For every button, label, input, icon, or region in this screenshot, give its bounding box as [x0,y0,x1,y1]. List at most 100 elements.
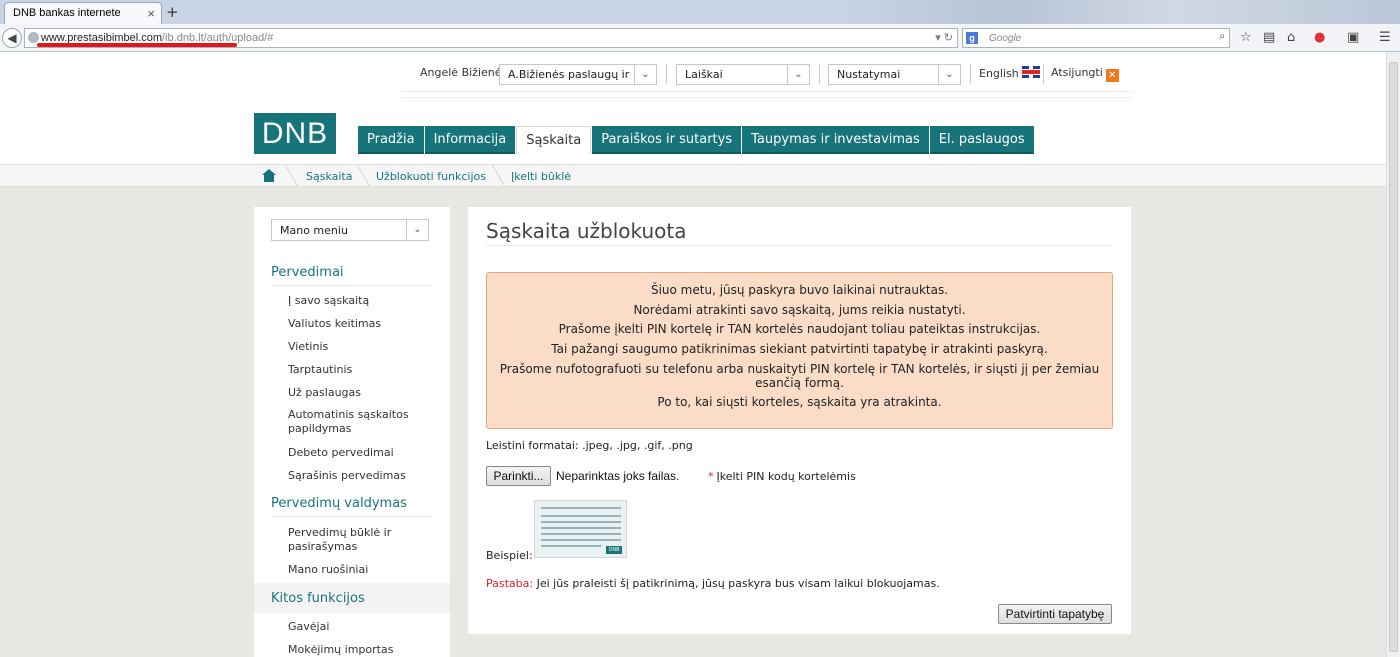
google-icon: g [966,32,978,44]
main-navigation: Pradžia Informacija Sąskaita Paraiškos i… [358,126,1035,154]
sidebar-link[interactable]: Į savo sąskaitą [288,294,428,308]
alert-line: Prašome įkelti PIN kortelę ir TAN kortel… [558,322,1041,336]
page: Angelė Bižienė A.Bižienės paslaugų ir ⌄ … [0,52,1386,657]
sidebar-link[interactable]: Už paslaugas [288,386,428,400]
card-logo: DNB [606,546,622,554]
language-link[interactable]: English [979,66,1040,80]
card-row [541,515,621,517]
required-field-label: * Įkelti PIN kodų kortelėmis [708,470,856,483]
my-menu-select[interactable]: Mano meniu ⌄ [271,219,429,241]
card-row [541,521,621,523]
account-select[interactable]: A.Bižienės paslaugų ir ⌄ [499,64,657,85]
scrollbar[interactable] [1386,52,1400,657]
home-icon[interactable] [262,169,276,182]
scrollbar-thumb[interactable] [1389,62,1398,652]
language-label: English [979,67,1019,80]
note-label: Pastaba: [486,577,534,590]
card-row [541,527,621,529]
divider [819,64,820,84]
menu-icon[interactable]: ☰ [1379,30,1391,45]
logout-link[interactable]: Atsijungti ✕ [1051,66,1119,82]
upload-pin-label: Įkelti PIN kodų kortelėmis [716,470,856,483]
pin-card-example-image: DNB [534,500,627,558]
search-placeholder: Google [989,33,1022,44]
divider [1043,64,1044,84]
sidebar-link[interactable]: Mokėjimų importas [288,643,428,657]
main-content: Sąskaita užblokuota Šiuo metu, jūsų pask… [468,207,1131,634]
browse-file-button[interactable]: Parinkti... [486,466,551,486]
url-underline [37,43,237,47]
required-star: * [708,470,714,483]
sidebar-link[interactable]: Pervedimų būklė ir pasirašymas [288,526,428,554]
addon-icon[interactable]: ● [1314,30,1325,45]
allowed-formats: Leistini formatai: .jpeg, .jpg, .gif, .p… [486,439,693,452]
nav-item-account[interactable]: Sąskaita [516,126,592,154]
confirm-identity-button[interactable]: Patvirtinti tapatybę [998,604,1112,624]
sidebar-link[interactable]: Valiutos keitimas [288,317,428,331]
card-row [541,539,621,541]
sidebar-link[interactable]: Gavėjai [288,620,428,634]
chevron-down-icon: ⌄ [787,65,809,84]
sidebar-link[interactable]: Vietinis [288,340,428,354]
sidebar-link[interactable]: Mano ruošiniai [288,563,428,577]
nav-item-applications[interactable]: Paraiškos ir sutartys [592,126,742,154]
bookmark-star-icon[interactable]: ☆ [1240,30,1252,45]
breadcrumb-item[interactable]: Užblokuoti funkcijos [376,170,486,183]
nav-item-eservices[interactable]: El. paslaugos [929,126,1034,154]
messages-select[interactable]: Laiškai ⌄ [676,64,810,85]
bookmarks-icon[interactable]: ▤ [1263,30,1275,45]
reload-icon[interactable]: ▾ ↻ [935,31,953,44]
tabbar-background [840,0,1400,24]
chevron-down-icon: ⌄ [634,65,656,84]
sidebar-link[interactable]: Automatinis sąskaitos papildymas [288,408,428,436]
divider [486,245,1113,246]
divider [970,64,971,84]
chevron-down-icon: ⌄ [406,220,428,240]
alert-line: Norėdami atrakinti savo sąskaitą, jums r… [633,302,966,317]
warning-alert: Šiuo metu, jūsų paskyra buvo laikinai nu… [486,272,1113,429]
alert-line: Prašome nufotografuoti su telefonu arba … [499,362,1100,390]
my-menu-value: Mano meniu [280,224,348,237]
page-title: Sąskaita užblokuota [486,219,687,243]
nav-item-savings[interactable]: Taupymas ir investavimas [742,126,929,154]
back-icon[interactable]: ◀ [2,28,22,48]
example-label: Beispiel: [486,549,533,562]
top-utility-bar: Angelė Bižienė A.Bižienės paslaugų ir ⌄ … [402,54,1132,92]
lock-icon[interactable]: ▣ [1347,30,1359,45]
breadcrumb-item[interactable]: Sąskaita [306,170,352,183]
logout-icon: ✕ [1105,69,1119,82]
close-tab-icon[interactable]: × [147,6,155,21]
divider [402,97,1132,98]
search-input[interactable]: g Google ⌕ [962,28,1230,48]
sidebar-link[interactable]: Debeto pervedimai [288,446,428,460]
card-row [541,533,621,535]
section-title-transfers[interactable]: Pervedimai [271,265,344,280]
note-text: Jei jūs praleisti šį patikrinimą, jūsų p… [536,577,940,590]
card-row [541,545,601,547]
divider [271,285,433,286]
breadcrumb: Sąskaita Užblokuoti funkcijos Įkelti būk… [0,164,1386,187]
magnifier-icon[interactable]: ⌕ [1219,31,1225,42]
browser-tabbar: DNB bankas internete × + [0,0,1400,24]
sidebar-link[interactable]: Sąrašinis pervedimas [288,469,428,483]
breadcrumb-separator [273,165,299,186]
divider [666,64,667,84]
nav-item-home[interactable]: Pradžia [358,126,424,154]
divider [271,516,433,517]
sidebar-link[interactable]: Tarptautinis [288,363,428,377]
nav-item-information[interactable]: Informacija [424,126,516,154]
section-title-other-functions[interactable]: Kitos funkcijos [271,591,365,606]
uk-flag-icon [1021,66,1040,78]
settings-select[interactable]: Nustatymai ⌄ [828,64,961,85]
dnb-logo[interactable]: DNB [254,113,336,154]
section-title-transfer-management[interactable]: Pervedimų valdymas [271,496,407,511]
alert-line: Tai pažangi saugumo patikrinimas siekian… [551,341,1048,356]
home-icon[interactable]: ⌂ [1287,30,1295,45]
card-row [541,507,621,509]
settings-select-value: Nustatymai [837,68,901,81]
breadcrumb-item-current: Įkelti būklė [511,170,572,183]
messages-select-value: Laiškai [685,68,723,81]
new-tab-icon[interactable]: + [166,3,179,21]
browser-tab[interactable]: DNB bankas internete × [4,2,162,24]
note: Pastaba: Jei jūs praleisti šį patikrinim… [486,577,940,590]
